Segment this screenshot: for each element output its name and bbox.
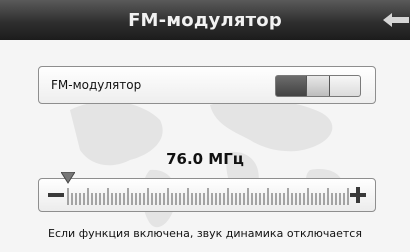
- page-title: FM-модулятор: [128, 9, 282, 31]
- toggle-off-area: [330, 76, 360, 96]
- fm-modulator-toggle[interactable]: [275, 75, 361, 97]
- fm-modulator-label: FM-модулятор: [51, 78, 142, 92]
- toggle-knob: [306, 76, 330, 96]
- frequency-slider[interactable]: [38, 172, 376, 212]
- fm-modulator-screen: FM-модулятор FM-модулятор 76.0 МГц Если …: [0, 0, 410, 252]
- frequency-display: 76.0 МГц: [166, 150, 244, 168]
- slider-thumb[interactable]: [61, 172, 75, 184]
- title-bar: FM-модулятор: [0, 0, 410, 40]
- decrease-frequency-button[interactable]: [45, 184, 67, 206]
- hint-text: Если функция включена, звук динамика отк…: [48, 227, 362, 240]
- plus-icon: [350, 187, 366, 203]
- fm-modulator-setting: FM-модулятор: [38, 66, 376, 104]
- minus-icon: [48, 193, 64, 197]
- back-button[interactable]: [382, 6, 410, 34]
- back-arrow-icon: [383, 13, 409, 27]
- increase-frequency-button[interactable]: [347, 184, 369, 206]
- content-area: FM-модулятор 76.0 МГц Если функция включ…: [0, 40, 410, 252]
- slider-track: [67, 188, 349, 205]
